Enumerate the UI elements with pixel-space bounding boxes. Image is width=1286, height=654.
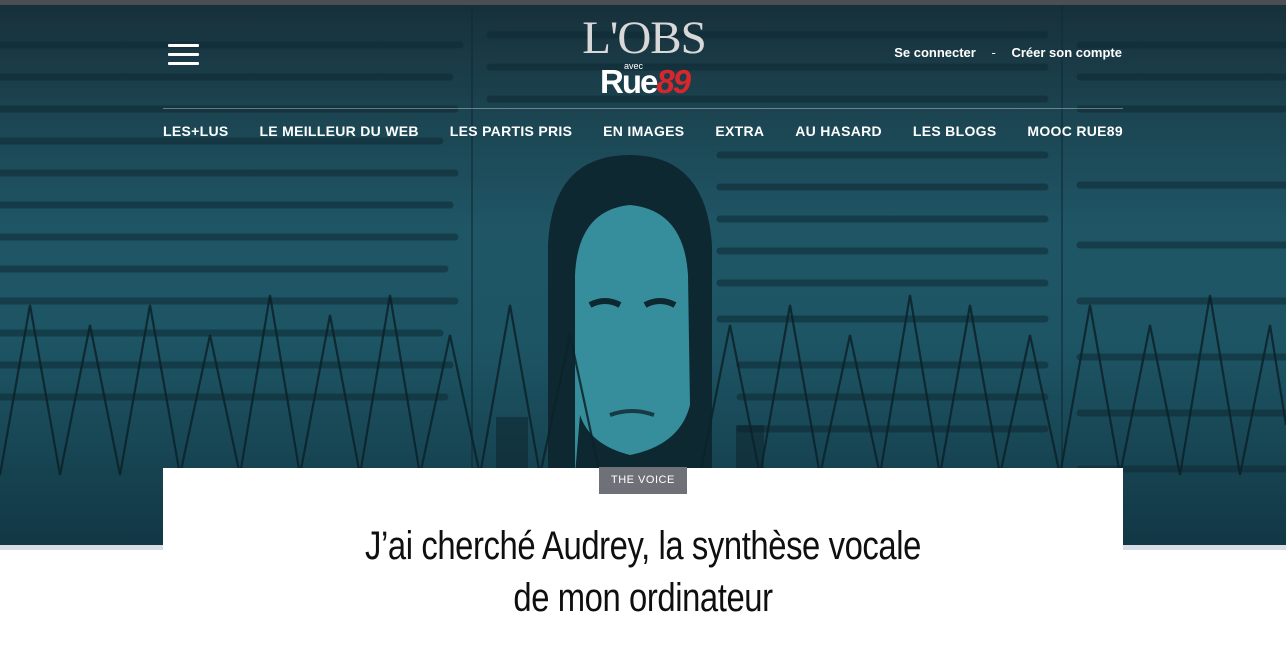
nav-item-au-hasard[interactable]: AU HASARD bbox=[795, 123, 882, 141]
site-logo[interactable]: L'OBS avec Rue89 bbox=[572, 14, 716, 100]
logo-rue89: Rue89 bbox=[600, 63, 691, 100]
nav-item-les-blogs[interactable]: LES BLOGS bbox=[913, 123, 997, 141]
category-tag[interactable]: THE VOICE bbox=[599, 467, 687, 494]
nav-item-les-plus-lus[interactable]: LES+LUS bbox=[163, 123, 229, 141]
account-links: Se connecter - Créer son compte bbox=[894, 45, 1122, 60]
nav-divider bbox=[163, 108, 1123, 109]
article-title-line-2: de mon ordinateur bbox=[513, 576, 773, 620]
account-separator: - bbox=[991, 45, 996, 60]
nav-item-en-images[interactable]: EN IMAGES bbox=[603, 123, 684, 141]
nav-item-extra[interactable]: EXTRA bbox=[715, 123, 764, 141]
logo-obs-text: L'OBS bbox=[582, 12, 707, 64]
nav-item-meilleur-du-web[interactable]: LE MEILLEUR DU WEB bbox=[259, 123, 418, 141]
signup-link[interactable]: Créer son compte bbox=[1011, 45, 1122, 60]
main-nav: LES+LUS LE MEILLEUR DU WEB LES PARTIS PR… bbox=[163, 123, 1123, 141]
login-link[interactable]: Se connecter bbox=[894, 45, 976, 60]
nav-item-mooc-rue89[interactable]: MOOC RUE89 bbox=[1027, 123, 1123, 141]
article-title: J’ai cherché Audrey, la synthèse vocale … bbox=[249, 520, 1036, 624]
article-title-line-1: J’ai cherché Audrey, la synthèse vocale bbox=[365, 524, 921, 568]
nav-item-partis-pris[interactable]: LES PARTIS PRIS bbox=[450, 123, 572, 141]
hamburger-menu-icon[interactable] bbox=[168, 44, 200, 66]
logo-rue-text: Rue bbox=[600, 63, 658, 100]
logo-89-text: 89 bbox=[656, 63, 691, 100]
